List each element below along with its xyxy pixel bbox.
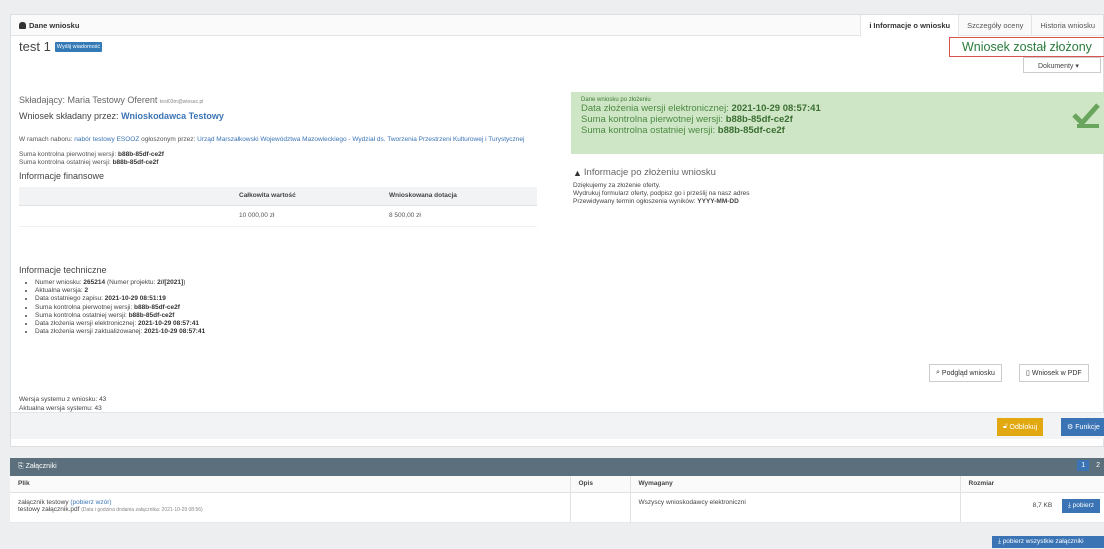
attachments-panel: ⎘ Załączniki 1 2 Plik Opis Wymagany Rozm… xyxy=(10,458,1104,523)
organizer-link[interactable]: Urząd Marszałkowski Województwa Mazowiec… xyxy=(197,136,524,143)
bell-icon xyxy=(19,21,26,29)
after-submit-info: ▲ Informacje po złożeniu wniosku Dziękuj… xyxy=(573,167,750,205)
action-bar: 🔓︎ Odblokuj ⚙ Funkcje xyxy=(11,412,1104,439)
applicant-section: Składający: Maria Testowy Oferent test03… xyxy=(19,95,559,227)
functions-button[interactable]: ⚙ Funkcje xyxy=(1061,418,1104,436)
unlock-icon: 🔓︎ xyxy=(1003,423,1008,430)
attachments-header: ⎘ Załączniki 1 2 xyxy=(10,458,1104,476)
pagination: 1 2 xyxy=(1077,460,1104,471)
attachments-table: Plik Opis Wymagany Rozmiar załącznik tes… xyxy=(10,476,1104,523)
tab-application-history[interactable]: Historia wniosku xyxy=(1031,15,1103,36)
status-message: Wniosek został złożony xyxy=(949,37,1104,57)
unlock-button[interactable]: 🔓︎ Odblokuj xyxy=(997,418,1044,436)
submitted-by-link[interactable]: Wnioskodawca Testowy xyxy=(121,111,224,121)
list-item: Suma kontrolna pierwotnej wersji: b88b-8… xyxy=(35,304,205,312)
check-icon xyxy=(1072,103,1100,128)
info-icon: i xyxy=(869,21,872,30)
applicant-email: test03m@wiosac.pl xyxy=(159,99,204,105)
download-attachment-button[interactable]: ⤓ pobierz xyxy=(1061,498,1100,513)
pdf-icon: ▯ xyxy=(1026,370,1030,377)
attachment-file-name[interactable]: testowy załącznik.pdf xyxy=(18,506,79,513)
panel-title: Dane wniosku xyxy=(11,15,87,35)
table-row: 10 000,00 zł 8 500,00 zł xyxy=(19,205,537,227)
application-panel: Dane wniosku i Informacje o wniosku Szcze… xyxy=(10,14,1104,447)
submitted-info-box: Dane wniosku po złożeniu Data złożenia w… xyxy=(571,92,1104,154)
technical-list: Numer wniosku: 265214 (Numer projektu: 2… xyxy=(29,279,205,336)
call-info: W ramach naboru: nabór testowy ESOOZ ogł… xyxy=(19,136,525,143)
download-icon: ⤓ xyxy=(1067,501,1071,509)
documents-dropdown-button[interactable]: Dokumenty ▾ xyxy=(1023,57,1101,73)
tab-application-info[interactable]: i Informacje o wniosku xyxy=(860,15,959,37)
list-item: Data złożenia wersji elektronicznej: 202… xyxy=(35,320,205,328)
page-1[interactable]: 1 xyxy=(1077,460,1090,471)
pdf-application-button[interactable]: ▯ Wniosek w PDF xyxy=(1019,364,1089,382)
template-download-link[interactable]: (pobierz wzór) xyxy=(70,499,111,506)
call-link[interactable]: nabór testowy ESOOZ xyxy=(74,136,139,143)
list-item: Suma kontrolna ostatniej wersji: b88b-85… xyxy=(35,312,205,320)
tab-evaluation-details[interactable]: Szczegóły oceny xyxy=(958,15,1031,36)
download-all-attachments-button[interactable]: ⤓ pobierz wszystkie załączniki xyxy=(992,536,1104,548)
preview-application-button[interactable]: ⌕ Podgląd wniosku xyxy=(929,364,1002,382)
list-item: Data złożenia wersji zaktualizowanej: 20… xyxy=(35,328,205,336)
panel-header: Dane wniosku i Informacje o wniosku Szcze… xyxy=(11,15,1103,37)
download-icon: ⤓ xyxy=(998,538,1001,545)
gear-icon: ⚙ xyxy=(1067,424,1074,431)
page: Dane wniosku i Informacje o wniosku Szcze… xyxy=(10,14,1104,523)
table-row: załącznik testowy (pobierz wzór) testowy… xyxy=(10,492,1104,523)
application-title: test 1 Wyślij wiadomość xyxy=(19,39,103,54)
send-message-button[interactable]: Wyślij wiadomość xyxy=(54,41,103,52)
submitted-by: Wniosek składany przez: Wnioskodawca Tes… xyxy=(19,111,224,121)
panel-title-text: Dane wniosku xyxy=(29,20,80,30)
list-item: Aktualna wersja: 2 xyxy=(35,287,205,295)
paperclip-icon: ⎘ xyxy=(18,463,24,470)
financial-title: Informacje finansowe xyxy=(19,171,105,181)
financial-table: Całkowita wartość Wnioskowana dotacja 10… xyxy=(19,187,537,227)
list-item: Data ostatniego zapisu: 2021-10-29 08:51… xyxy=(35,295,205,303)
page-2[interactable]: 2 xyxy=(1092,460,1104,471)
technical-title: Informacje techniczne xyxy=(19,265,107,275)
system-version: Wersja systemu z wniosku: 43 Aktualna we… xyxy=(19,396,107,412)
applicant-name: Składający: Maria Testowy Oferent test03… xyxy=(19,95,204,105)
checksums: Suma kontrolna pierwotnej wersji: b88b-8… xyxy=(19,151,164,166)
list-item: Numer wniosku: 265214 (Numer projektu: 2… xyxy=(35,279,205,287)
warning-icon: ▲ xyxy=(573,167,582,178)
tab-bar: i Informacje o wniosku Szczegóły oceny Hi… xyxy=(860,15,1103,37)
search-icon: ⌕ xyxy=(936,369,940,376)
